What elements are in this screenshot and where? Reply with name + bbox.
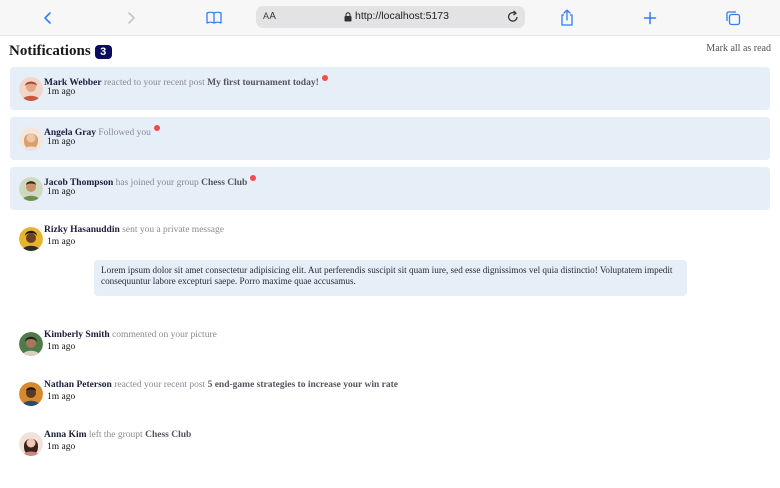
timestamp: 1m ago [47,392,76,402]
notification-item[interactable]: Rizky Hasanuddin sent you a private mess… [10,217,770,260]
notification-target[interactable]: Chess Club [145,430,191,440]
chevron-right-icon [128,12,135,24]
notification-text: Kimberly Smith commented on your picture [44,330,217,340]
forward-button[interactable] [119,6,143,30]
book-icon [206,11,222,24]
browser-toolbar: AA http://localhost:5173 [0,0,780,36]
share-icon [561,9,573,26]
notification-target[interactable]: 5 end-game strategies to increase your w… [208,380,398,390]
user-name[interactable]: Rizky Hasanuddin [44,225,120,235]
timestamp: 1m ago [47,342,76,352]
notification-target[interactable]: My first tournament today! [207,78,319,88]
notifications-header: Notifications 3 [9,43,112,60]
private-message-preview[interactable]: Lorem ipsum dolor sit amet consectetur a… [94,260,687,296]
notification-text: Anna Kim left the groupt Chess Club [44,430,191,440]
text-size-button[interactable]: AA [263,11,276,22]
back-button[interactable] [36,6,60,30]
unread-dot [250,175,257,181]
notification-text: Nathan Peterson reacted your recent post… [44,380,398,390]
notification-text: Jacob Thompson has joined your group Che… [44,175,257,188]
timestamp: 1m ago [47,442,76,452]
user-name[interactable]: Nathan Peterson [44,380,112,390]
reload-icon[interactable] [507,10,519,23]
chevron-left-icon [44,12,51,24]
avatar[interactable] [19,177,43,201]
avatar[interactable] [19,432,43,456]
tabs-button[interactable] [721,6,745,30]
timestamp: 1m ago [47,87,76,97]
mark-all-read-button[interactable]: Mark all as read [706,43,771,54]
notification-item[interactable]: Kimberly Smith commented on your picture… [10,322,770,365]
plus-icon [643,11,657,25]
notification-action: sent you a private message [122,225,224,235]
avatar[interactable] [19,77,43,101]
notification-item[interactable]: Jacob Thompson has joined your group Che… [10,167,770,210]
user-name[interactable]: Kimberly Smith [44,330,110,340]
avatar[interactable] [19,227,43,251]
page-title: Notifications [9,43,91,59]
timestamp: 1m ago [47,187,76,197]
avatar[interactable] [19,382,43,406]
new-tab-button[interactable] [638,6,662,30]
notification-action: reacted to your recent post [104,78,205,88]
lock-icon [344,12,352,22]
unread-count-badge: 3 [94,44,112,59]
share-button[interactable] [555,6,579,30]
user-name[interactable]: Anna Kim [44,430,87,440]
bookmarks-button[interactable] [202,6,226,30]
notification-item[interactable]: Mark Webber reacted to your recent post … [10,67,770,110]
url-text: http://localhost:5173 [355,10,449,22]
notification-action: commented on your picture [112,330,217,340]
avatar[interactable] [19,127,43,151]
notification-action: has joined your group [115,178,199,188]
notification-item[interactable]: Anna Kim left the groupt Chess Club 1m a… [10,422,770,465]
tabs-icon [726,11,741,26]
notification-target[interactable]: Chess Club [201,178,247,188]
notification-text: Mark Webber reacted to your recent post … [44,75,328,88]
address-bar[interactable]: AA http://localhost:5173 [256,6,525,28]
notification-item[interactable]: Nathan Peterson reacted your recent post… [10,372,770,415]
notification-action: reacted your recent post [114,380,206,390]
notification-item[interactable]: Angela Gray Followed you 1m ago [10,117,770,160]
timestamp: 1m ago [47,137,76,147]
unread-dot [153,125,160,131]
notification-action: Followed you [98,128,151,138]
notification-action: left the groupt [88,430,143,440]
timestamp: 1m ago [47,237,76,247]
notification-text: Rizky Hasanuddin sent you a private mess… [44,225,224,235]
avatar[interactable] [19,332,43,356]
unread-dot [321,75,328,81]
